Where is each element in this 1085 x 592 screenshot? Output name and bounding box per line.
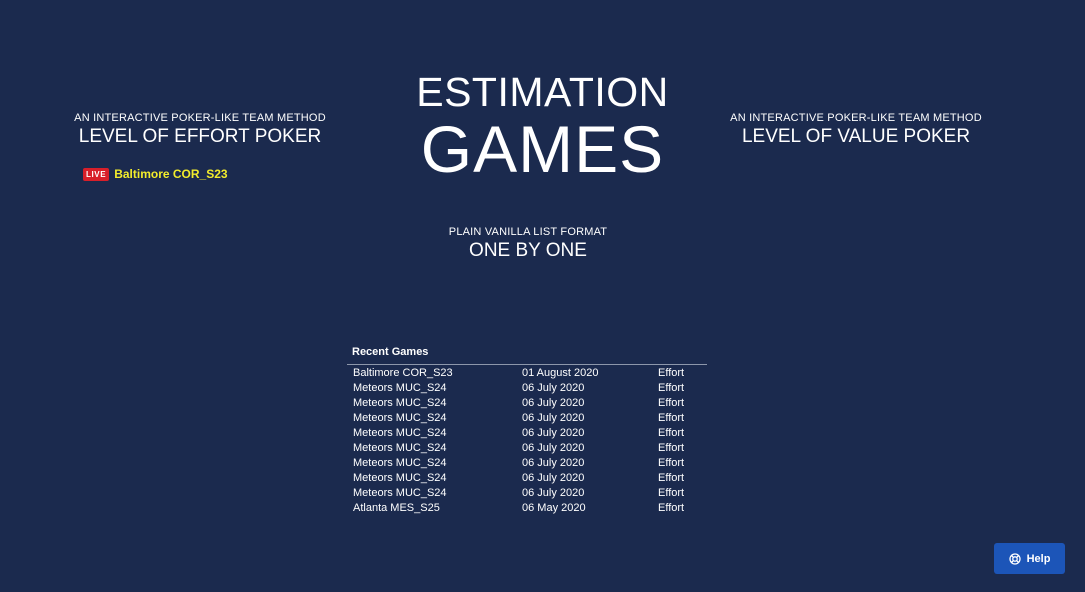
game-date: 06 July 2020 — [522, 412, 585, 424]
game-name: Meteors MUC_S24 — [353, 382, 447, 394]
estimation-games-page: ESTIMATION GAMES AN INTERACTIVE POKER-LI… — [0, 0, 1085, 592]
game-date: 01 August 2020 — [522, 367, 599, 379]
game-name: Meteors MUC_S24 — [353, 412, 447, 424]
one-by-one-block: PLAIN VANILLA LIST FORMAT ONE BY ONE — [392, 225, 664, 263]
table-row[interactable]: Meteors MUC_S24 06 July 2020 Effort — [347, 396, 707, 411]
game-name: Meteors MUC_S24 — [353, 397, 447, 409]
game-date: 06 July 2020 — [522, 487, 585, 499]
value-poker-link[interactable]: LEVEL OF VALUE POKER — [716, 125, 996, 149]
recent-games: Recent Games Baltimore COR_S23 01 August… — [347, 346, 707, 516]
table-row[interactable]: Meteors MUC_S24 06 July 2020 Effort — [347, 486, 707, 501]
game-type: Effort — [658, 457, 685, 469]
game-type: Effort — [658, 472, 685, 484]
live-game-name: Baltimore COR_S23 — [114, 167, 228, 181]
recent-games-list: Baltimore COR_S23 01 August 2020 Effort … — [347, 365, 707, 516]
effort-poker-link[interactable]: LEVEL OF EFFORT POKER — [60, 125, 340, 149]
game-date: 06 July 2020 — [522, 397, 585, 409]
game-type: Effort — [658, 367, 685, 379]
effort-poker-subtitle: AN INTERACTIVE POKER-LIKE TEAM METHOD — [74, 112, 326, 124]
game-date: 06 July 2020 — [522, 472, 585, 484]
game-name: Meteors MUC_S24 — [353, 472, 447, 484]
table-row[interactable]: Atlanta MES_S25 06 May 2020 Effort — [347, 501, 707, 516]
table-row[interactable]: Baltimore COR_S23 01 August 2020 Effort — [347, 366, 707, 381]
table-row[interactable]: Meteors MUC_S24 06 July 2020 Effort — [347, 381, 707, 396]
game-type: Effort — [658, 412, 685, 424]
help-label: Help — [1026, 552, 1051, 565]
table-row[interactable]: Meteors MUC_S24 06 July 2020 Effort — [347, 456, 707, 471]
one-by-one-link[interactable]: ONE BY ONE — [392, 239, 664, 263]
game-date: 06 July 2020 — [522, 382, 585, 394]
game-name: Meteors MUC_S24 — [353, 442, 447, 454]
game-name: Meteors MUC_S24 — [353, 457, 447, 469]
game-type: Effort — [658, 382, 685, 394]
game-type: Effort — [658, 427, 685, 439]
game-name: Atlanta MES_S25 — [353, 502, 440, 514]
value-poker-block: AN INTERACTIVE POKER-LIKE TEAM METHOD LE… — [716, 111, 996, 149]
game-name: Meteors MUC_S24 — [353, 427, 447, 439]
lifebuoy-icon — [1008, 552, 1021, 565]
game-date: 06 May 2020 — [522, 502, 586, 514]
table-row[interactable]: Meteors MUC_S24 06 July 2020 Effort — [347, 471, 707, 486]
help-button[interactable]: Help — [994, 543, 1065, 574]
game-type: Effort — [658, 487, 685, 499]
effort-poker-block: AN INTERACTIVE POKER-LIKE TEAM METHOD LE… — [60, 111, 340, 149]
game-type: Effort — [658, 502, 685, 514]
app-title-line1: ESTIMATION — [416, 69, 669, 115]
game-name: Meteors MUC_S24 — [353, 487, 447, 499]
table-row[interactable]: Meteors MUC_S24 06 July 2020 Effort — [347, 426, 707, 441]
table-row[interactable]: Meteors MUC_S24 06 July 2020 Effort — [347, 411, 707, 426]
recent-games-heading: Recent Games — [347, 346, 707, 365]
one-by-one-subtitle: PLAIN VANILLA LIST FORMAT — [448, 226, 608, 238]
live-badge: LIVE — [83, 167, 110, 181]
game-name: Baltimore COR_S23 — [353, 367, 453, 379]
game-type: Effort — [658, 442, 685, 454]
game-date: 06 July 2020 — [522, 427, 585, 439]
game-date: 06 July 2020 — [522, 442, 585, 454]
live-game-link[interactable]: LIVE Baltimore COR_S23 — [83, 167, 228, 181]
value-poker-subtitle: AN INTERACTIVE POKER-LIKE TEAM METHOD — [730, 112, 982, 124]
game-date: 06 July 2020 — [522, 457, 585, 469]
game-type: Effort — [658, 397, 685, 409]
table-row[interactable]: Meteors MUC_S24 06 July 2020 Effort — [347, 441, 707, 456]
